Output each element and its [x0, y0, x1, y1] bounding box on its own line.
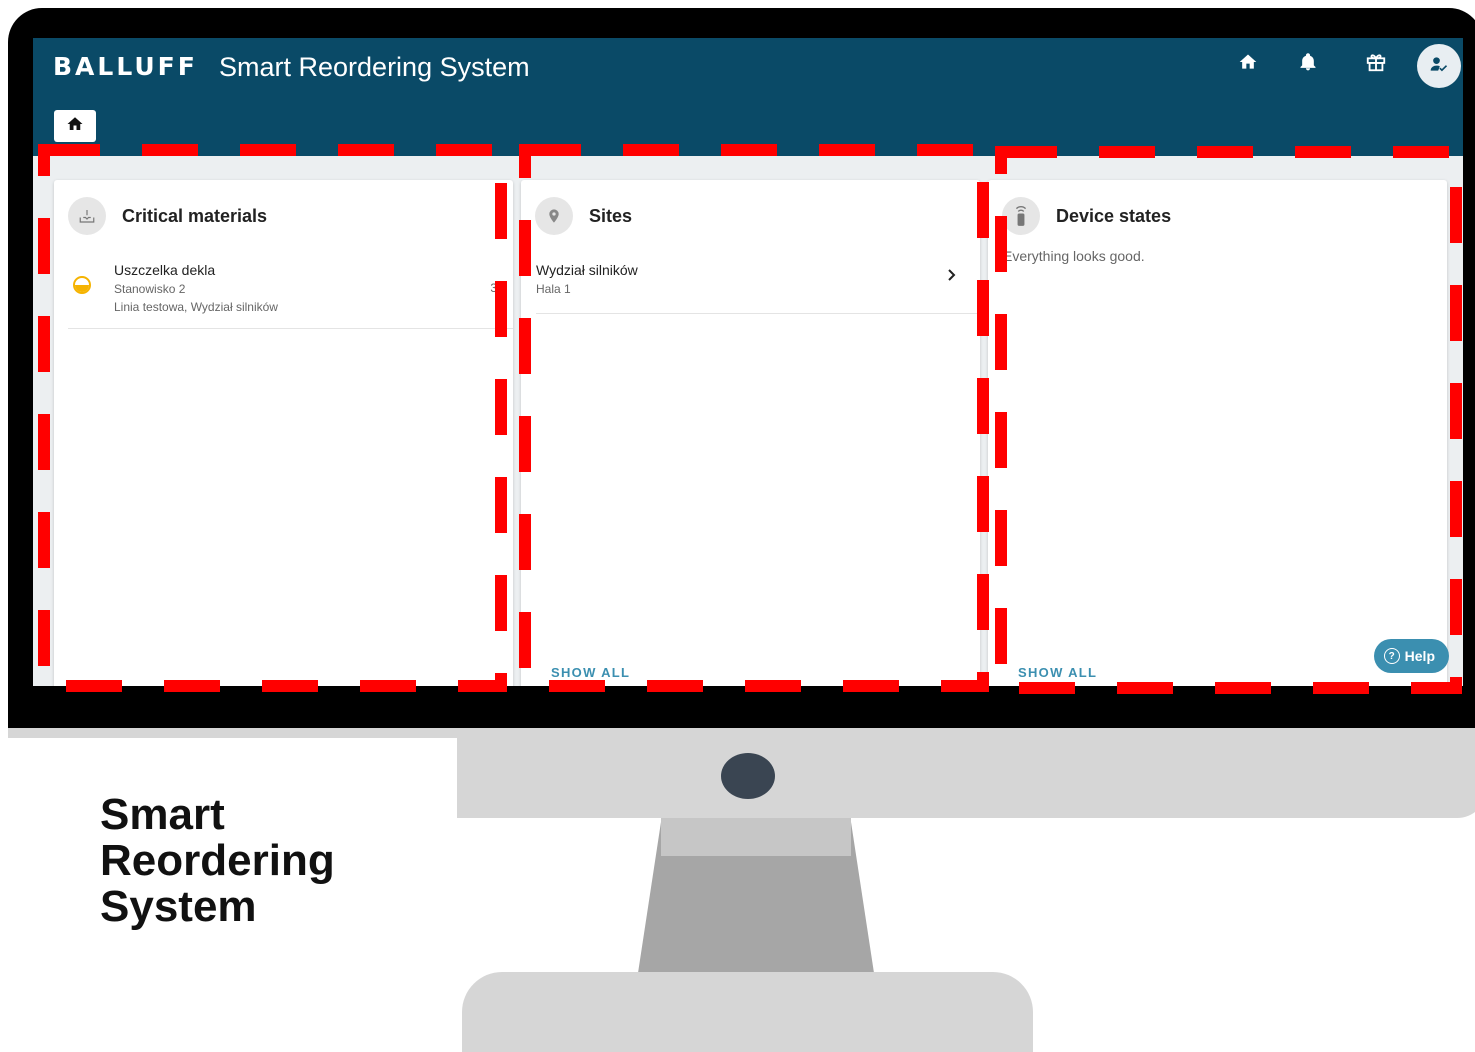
card-title: Critical materials — [122, 205, 268, 226]
marketing-title-line2: Reordering — [100, 836, 335, 885]
balluff-logo: BALLUFF — [53, 52, 198, 81]
critical-materials-card: Critical materials Uszczelka dekla Stano… — [54, 180, 513, 686]
card-header: Critical materials — [68, 196, 267, 236]
inbox-download-icon — [68, 197, 106, 235]
marketing-title-line1: Smart — [100, 790, 225, 839]
list-item[interactable]: Uszczelka dekla Stanowisko 2 Linia testo… — [68, 260, 513, 329]
user-check-icon — [1429, 54, 1449, 79]
help-circle-icon: ? — [1383, 648, 1400, 664]
site-name: Wydział silników — [536, 262, 638, 278]
monitor-chin-top — [457, 728, 1475, 738]
app-bar: BALLUFF Smart Reordering System — [33, 38, 1463, 156]
sites-card: Sites Wydział silników Hala 1 SHOW ALL — [521, 180, 980, 686]
material-station: Stanowisko 2 — [114, 282, 186, 296]
remote-device-icon — [1002, 197, 1040, 235]
monitor-chin-left — [8, 728, 457, 738]
monitor-logo-dot — [721, 753, 775, 799]
material-name: Uszczelka dekla — [114, 262, 216, 278]
card-title: Device states — [1056, 205, 1172, 226]
monitor-stand-base — [462, 972, 1033, 1052]
sites-show-all-button[interactable]: SHOW ALL — [551, 665, 630, 680]
card-title: Sites — [589, 205, 633, 226]
gift-icon[interactable] — [1362, 48, 1390, 76]
site-subtitle: Hala 1 — [536, 282, 571, 296]
map-pin-icon — [535, 197, 573, 235]
device-states-card: Device states Everything looks good. SHO… — [988, 180, 1447, 686]
app-screen: BALLUFF Smart Reordering System Critical… — [33, 38, 1463, 686]
material-count: 3 — [490, 281, 497, 295]
app-title: Smart Reordering System — [219, 52, 530, 82]
monitor-neck-highlight — [661, 818, 851, 856]
help-button[interactable]: ? Help — [1373, 639, 1449, 673]
device-status-message: Everything looks good. — [1003, 248, 1145, 264]
chevron-right-icon — [946, 268, 958, 287]
card-header: Sites — [535, 196, 632, 236]
home-icon — [66, 115, 84, 138]
warning-level-icon — [73, 276, 91, 294]
user-avatar[interactable] — [1417, 44, 1461, 88]
card-header: Device states — [1002, 196, 1171, 236]
breadcrumb-home[interactable] — [54, 110, 96, 142]
home-icon[interactable] — [1234, 48, 1262, 76]
devices-show-all-button[interactable]: SHOW ALL — [1018, 665, 1097, 680]
material-location: Linia testowa, Wydział silników — [114, 300, 278, 314]
help-label: Help — [1404, 648, 1435, 664]
site-list-item[interactable]: Wydział silników Hala 1 — [536, 258, 980, 314]
marketing-title: Smart Reordering System — [100, 792, 335, 930]
monitor-chin — [457, 738, 1475, 818]
marketing-title-line3: System — [100, 882, 257, 931]
bell-icon[interactable] — [1294, 48, 1322, 76]
